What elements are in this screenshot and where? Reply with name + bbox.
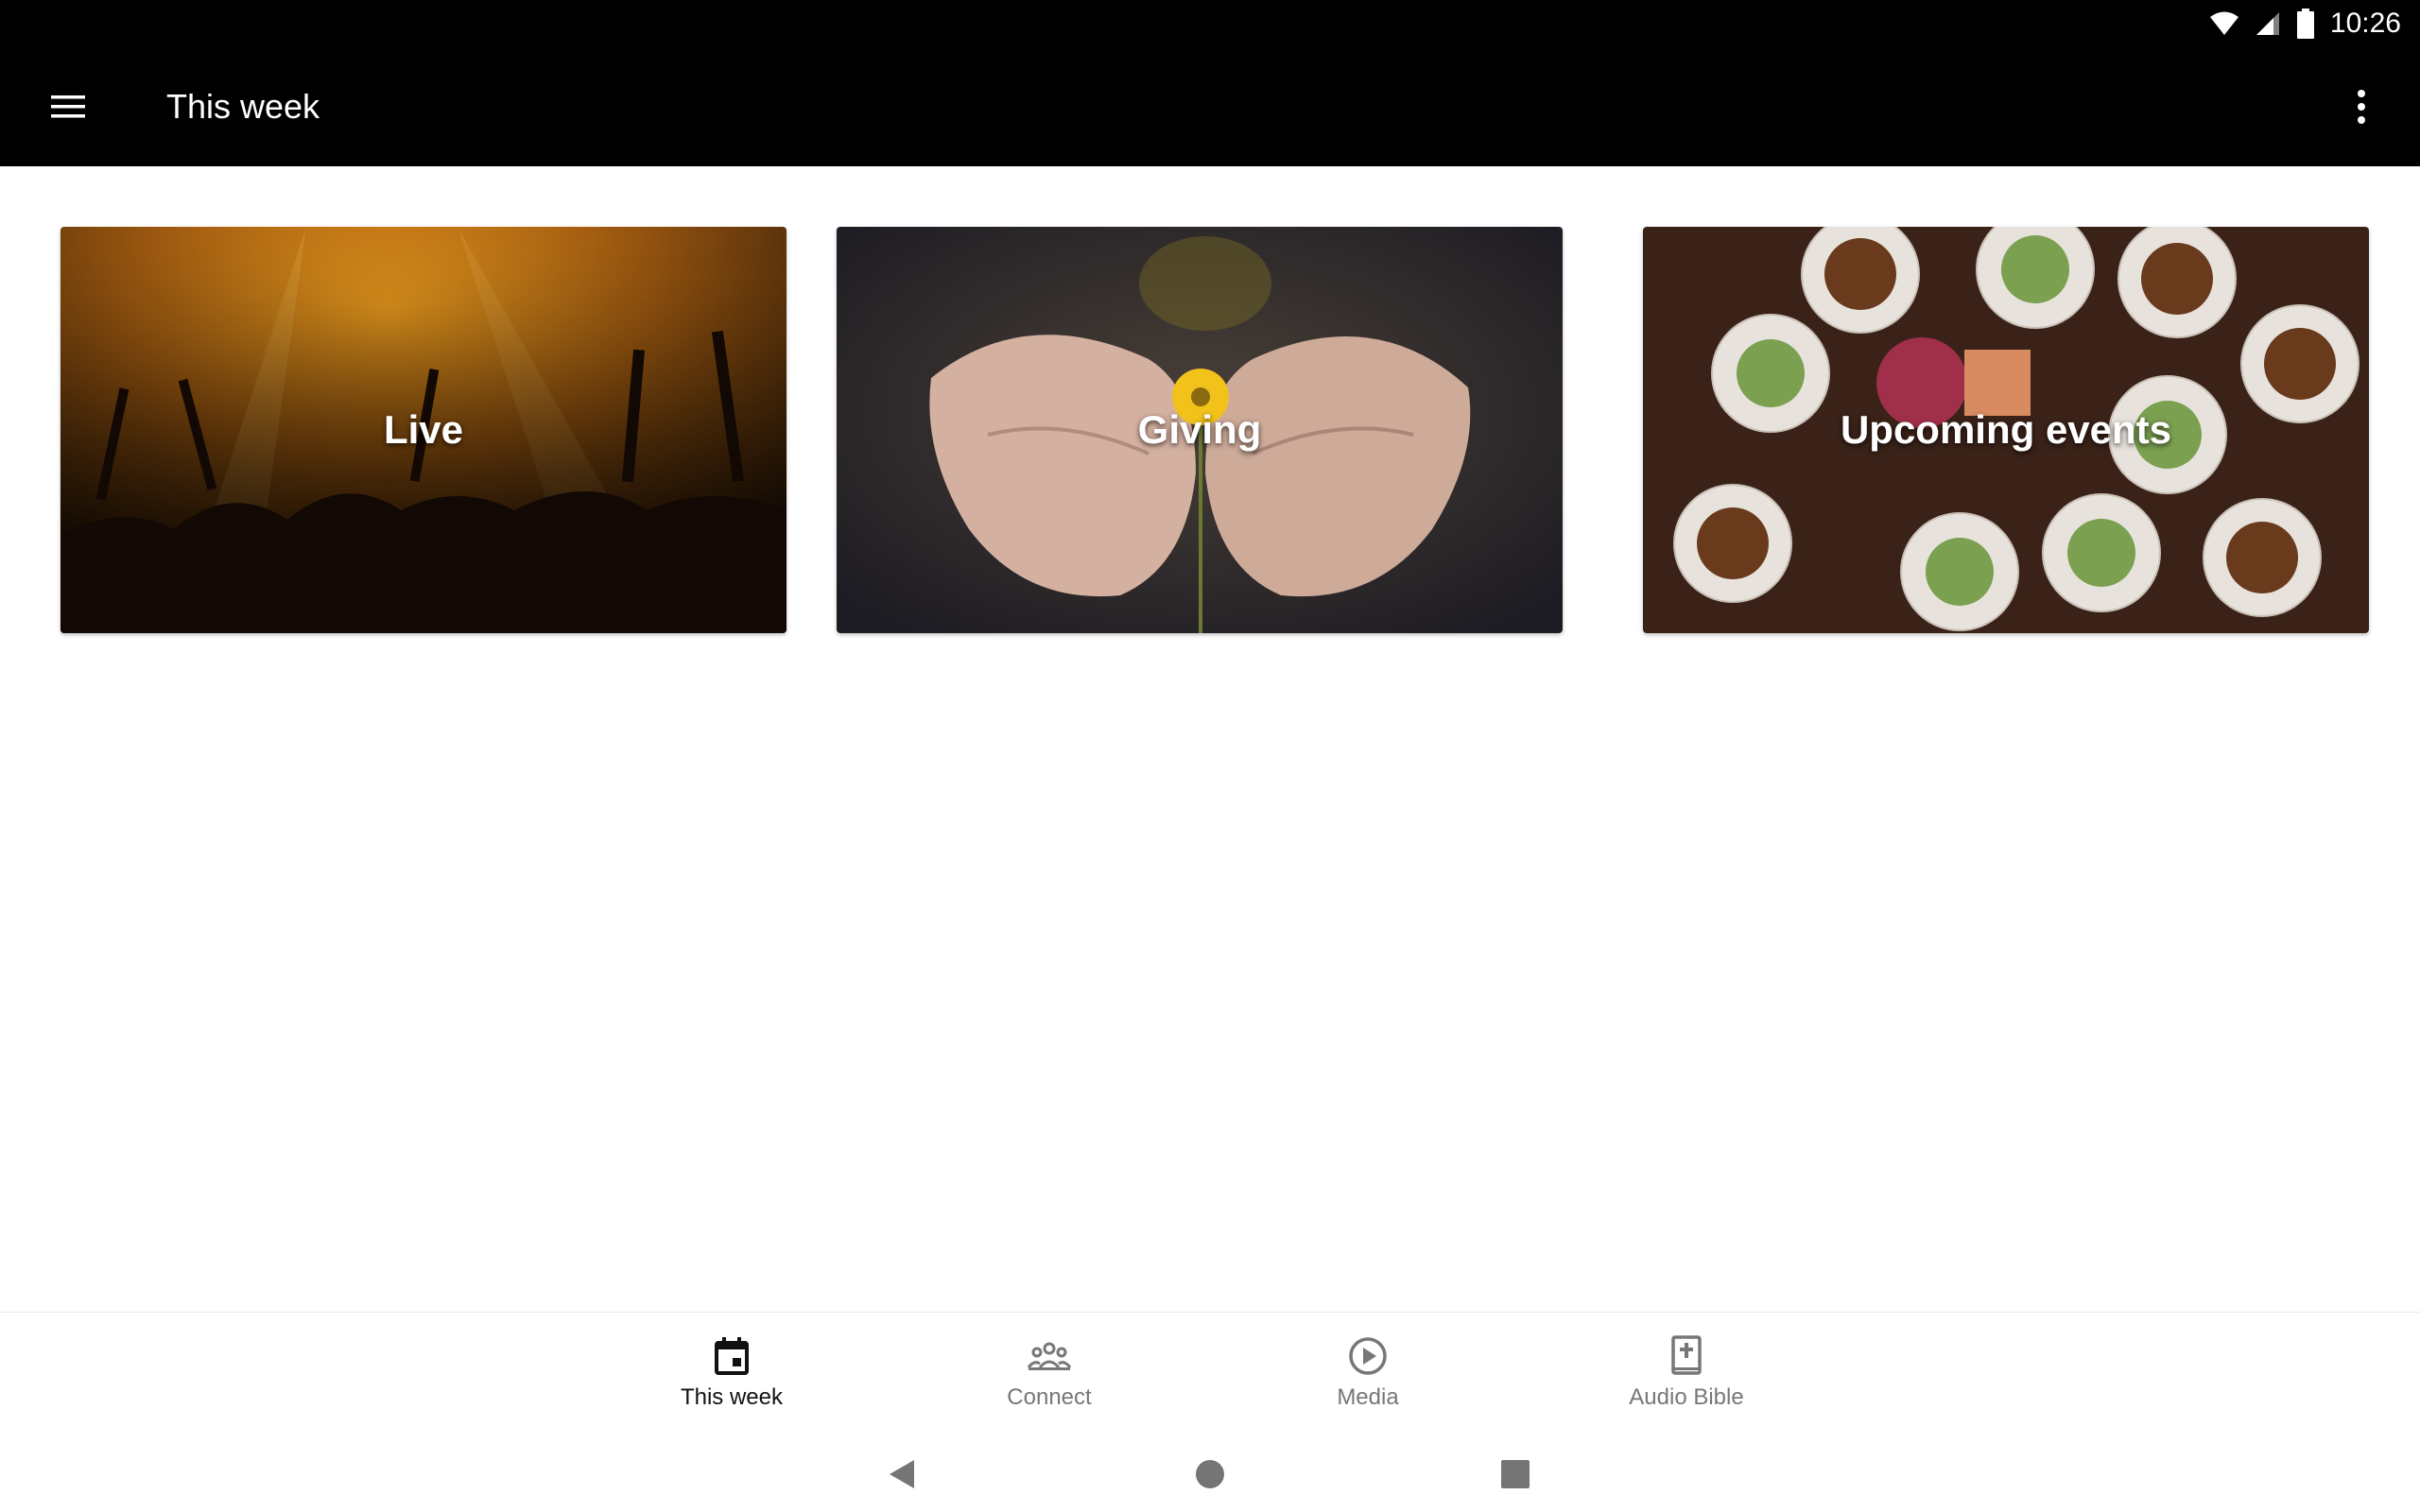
nav-item-audio-bible[interactable]: Audio Bible <box>1582 1313 1790 1428</box>
nav-label-this-week: This week <box>680 1384 784 1410</box>
nav-label-audio-bible: Audio Bible <box>1629 1384 1744 1410</box>
nav-item-connect[interactable]: Connect <box>945 1313 1153 1428</box>
card-label-giving: Giving <box>1137 407 1262 452</box>
cell-signal-icon <box>2256 12 2279 35</box>
home-icon <box>1196 1460 1224 1488</box>
page-title: This week <box>166 87 320 126</box>
bible-icon <box>1671 1335 1702 1375</box>
play-circle-icon <box>1349 1337 1387 1375</box>
back-icon <box>890 1460 914 1488</box>
card-giving[interactable]: Giving <box>837 227 1563 633</box>
calendar-icon <box>715 1337 749 1375</box>
card-live[interactable]: Live <box>60 227 786 633</box>
bottom-navigation: This week Connect Media Audio Bible <box>0 1312 2420 1428</box>
system-recents-button[interactable] <box>1487 1446 1544 1503</box>
overflow-menu-icon <box>2358 90 2365 124</box>
battery-icon <box>2296 9 2314 39</box>
menu-button[interactable] <box>34 81 102 132</box>
status-icons: 10:26 <box>2209 0 2401 47</box>
overflow-menu-button[interactable] <box>2337 81 2386 132</box>
system-navigation-bar <box>0 1427 2420 1512</box>
nav-item-this-week[interactable]: This week <box>628 1313 836 1428</box>
wifi-icon <box>2209 11 2238 35</box>
card-label-upcoming-events: Upcoming events <box>1840 407 2172 452</box>
nav-label-media: Media <box>1337 1384 1399 1410</box>
system-back-button[interactable] <box>873 1446 930 1503</box>
nav-label-connect: Connect <box>1007 1384 1092 1410</box>
status-bar: 10:26 <box>0 0 2420 47</box>
card-upcoming-events[interactable]: Upcoming events <box>1643 227 2369 633</box>
status-time: 10:26 <box>2329 8 2401 39</box>
card-label-live: Live <box>383 407 464 452</box>
app-root: 10:26 This week Live Giving Upcoming eve… <box>0 0 2420 1512</box>
app-bar: This week <box>0 47 2420 166</box>
system-home-button[interactable] <box>1182 1446 1238 1503</box>
menu-icon <box>51 95 85 118</box>
card-grid: Live Giving Upcoming events <box>60 227 2371 633</box>
recents-icon <box>1501 1460 1530 1488</box>
group-icon <box>1027 1342 1072 1370</box>
nav-item-media[interactable]: Media <box>1264 1313 1472 1428</box>
